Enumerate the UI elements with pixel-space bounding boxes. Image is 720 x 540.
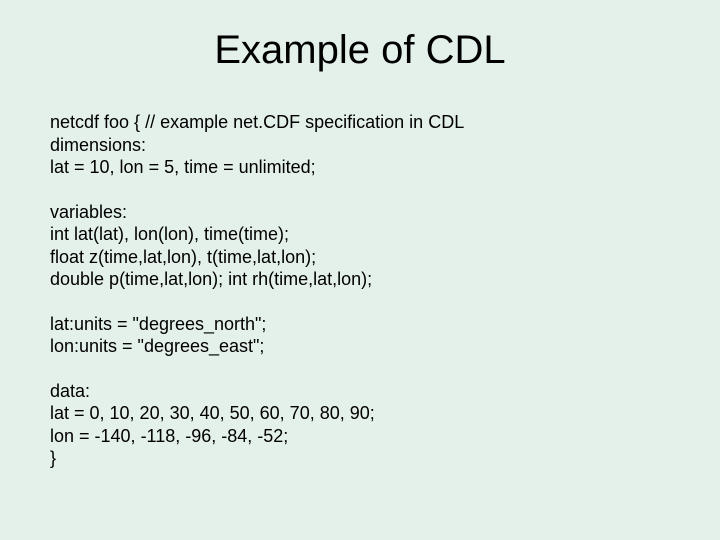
cdl-block-variables: variables: int lat(lat), lon(lon), time(…: [50, 201, 670, 291]
code-line: int lat(lat), lon(lon), time(time);: [50, 223, 670, 246]
code-line: }: [50, 447, 670, 470]
code-line: netcdf foo { // example net.CDF specific…: [50, 111, 670, 134]
slide: Example of CDL netcdf foo { // example n…: [0, 0, 720, 540]
cdl-block-data: data: lat = 0, 10, 20, 30, 40, 50, 60, 7…: [50, 380, 670, 470]
slide-title: Example of CDL: [50, 28, 670, 73]
code-line: lat:units = "degrees_north";: [50, 313, 670, 336]
cdl-block-attributes: lat:units = "degrees_north"; lon:units =…: [50, 313, 670, 358]
code-line: lon = -140, -118, -96, -84, -52;: [50, 425, 670, 448]
code-line: lat = 0, 10, 20, 30, 40, 50, 60, 70, 80,…: [50, 402, 670, 425]
code-line: variables:: [50, 201, 670, 224]
code-line: float z(time,lat,lon), t(time,lat,lon);: [50, 246, 670, 269]
code-line: data:: [50, 380, 670, 403]
slide-content: netcdf foo { // example net.CDF specific…: [50, 111, 670, 470]
code-line: double p(time,lat,lon); int rh(time,lat,…: [50, 268, 670, 291]
code-line: dimensions:: [50, 134, 670, 157]
cdl-block-header: netcdf foo { // example net.CDF specific…: [50, 111, 670, 179]
code-line: lon:units = "degrees_east";: [50, 335, 670, 358]
code-line: lat = 10, lon = 5, time = unlimited;: [50, 156, 670, 179]
